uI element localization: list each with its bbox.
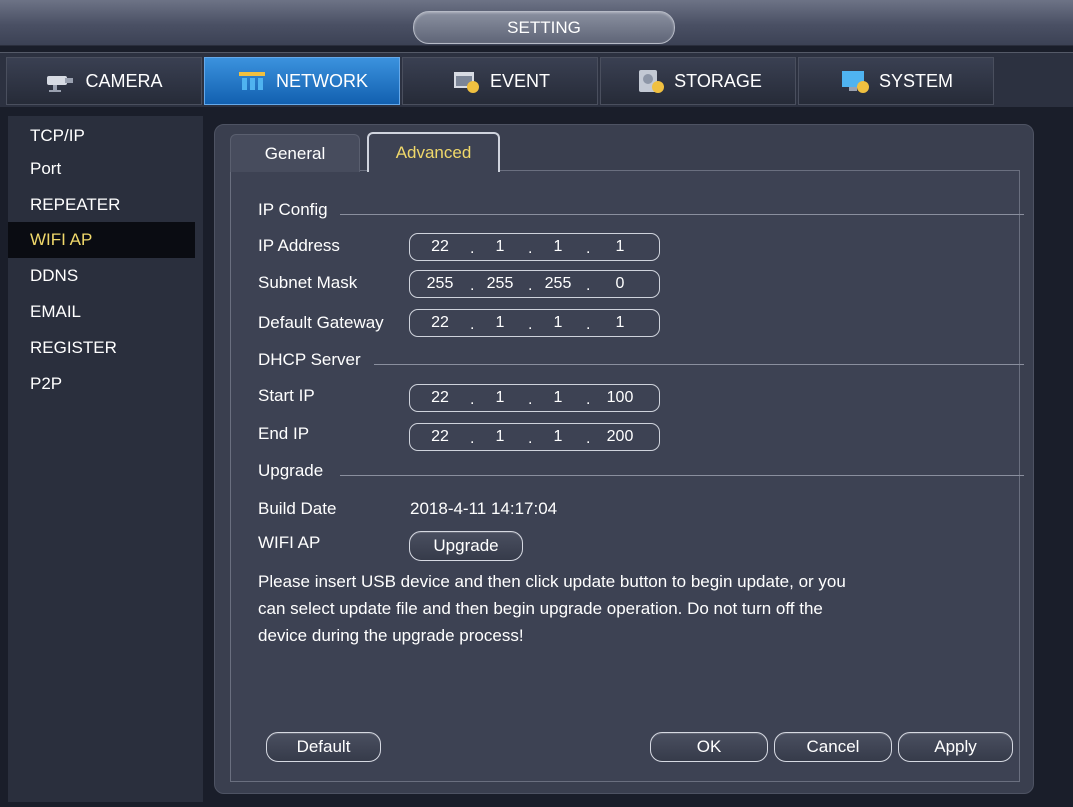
ip-octet: 255: [544, 275, 572, 292]
tab-network-label: NETWORK: [276, 70, 368, 91]
content-frame: [230, 170, 1020, 782]
top-nav: CAMERA NETWORK EVENT STORAGE SYSTEM: [0, 52, 1073, 107]
build-date-label: Build Date: [258, 499, 337, 518]
ip-dot: .: [586, 430, 591, 447]
sidebar-item-tcpip[interactable]: TCP/IP: [8, 118, 195, 154]
sidebar-item-repeater[interactable]: REPEATER: [8, 187, 195, 223]
ip-octet: 1: [553, 428, 563, 445]
ip-dot: .: [586, 316, 591, 333]
notice-line: can select update file and then begin up…: [258, 599, 823, 618]
sidebar-item-email[interactable]: EMAIL: [8, 294, 195, 330]
sidebar-item-ddns[interactable]: DDNS: [8, 258, 195, 294]
system-icon: [841, 71, 869, 93]
apply-button[interactable]: Apply: [898, 732, 1013, 762]
tab-event[interactable]: EVENT: [402, 57, 598, 105]
end-ip-input[interactable]: 22 . 1 . 1 . 200: [409, 423, 660, 451]
ip-dot: .: [470, 277, 475, 294]
notice-line: device during the upgrade process!: [258, 626, 524, 645]
ip-dot: .: [528, 240, 533, 257]
upgrade-button[interactable]: Upgrade: [409, 531, 523, 561]
ip-octet: 100: [606, 389, 634, 406]
default-gateway-label: Default Gateway: [258, 313, 384, 332]
ok-button[interactable]: OK: [650, 732, 768, 762]
section-divider: [374, 364, 1024, 365]
tab-network[interactable]: NETWORK: [204, 57, 400, 105]
title-bar: SETTING: [0, 0, 1073, 46]
tab-general[interactable]: General: [230, 134, 360, 172]
event-icon: [453, 72, 479, 93]
ip-octet: 0: [615, 275, 625, 292]
section-divider: [340, 214, 1024, 215]
tab-system-label: SYSTEM: [878, 70, 953, 91]
ip-octet: 200: [606, 428, 634, 445]
wifi-ap-label: WIFI AP: [258, 533, 321, 552]
section-divider: [340, 475, 1024, 476]
sidebar-item-wifi-ap[interactable]: WIFI AP: [8, 222, 195, 258]
section-dhcp-server: DHCP Server: [258, 350, 361, 369]
ip-octet: 1: [615, 238, 625, 255]
sidebar-item-register[interactable]: REGISTER: [8, 330, 195, 366]
ip-octet: 1: [495, 238, 505, 255]
tab-camera-label: CAMERA: [85, 70, 163, 91]
ip-octet: 255: [486, 275, 514, 292]
ip-dot: .: [586, 391, 591, 408]
ip-dot: .: [470, 240, 475, 257]
ip-dot: .: [470, 391, 475, 408]
ip-dot: .: [586, 240, 591, 257]
tab-camera[interactable]: CAMERA: [6, 57, 202, 105]
tab-storage[interactable]: STORAGE: [600, 57, 796, 105]
cancel-button[interactable]: Cancel: [774, 732, 892, 762]
default-button[interactable]: Default: [266, 732, 381, 762]
ip-octet: 1: [495, 428, 505, 445]
subnet-mask-label: Subnet Mask: [258, 273, 358, 292]
ip-octet: 1: [495, 314, 505, 331]
ip-octet: 1: [553, 389, 563, 406]
camera-icon: [47, 76, 74, 92]
window-title: SETTING: [413, 11, 675, 44]
build-date-value: 2018-4-11 14:17:04: [410, 499, 558, 518]
ip-octet: 22: [431, 428, 449, 445]
ip-octet: 1: [553, 238, 563, 255]
sidebar-item-p2p[interactable]: P2P: [8, 366, 195, 402]
ip-octet: 1: [553, 314, 563, 331]
ip-octet: 22: [431, 314, 449, 331]
ip-dot: .: [586, 277, 591, 294]
ip-dot: .: [470, 430, 475, 447]
ip-octet: 255: [426, 275, 454, 292]
default-gateway-input[interactable]: 22 . 1 . 1 . 1: [409, 309, 660, 337]
ip-dot: .: [470, 316, 475, 333]
storage-icon: [639, 70, 665, 93]
ip-address-label: IP Address: [258, 236, 340, 255]
network-icon: [239, 72, 265, 90]
ip-octet: 22: [431, 238, 449, 255]
ip-octet: 1: [495, 389, 505, 406]
end-ip-label: End IP: [258, 424, 310, 443]
tab-advanced[interactable]: Advanced: [367, 132, 500, 172]
ip-octet: 22: [431, 389, 449, 406]
start-ip-input[interactable]: 22 . 1 . 1 . 100: [409, 384, 660, 412]
notice-line: Please insert USB device and then click …: [258, 572, 846, 591]
ip-dot: .: [528, 277, 533, 294]
section-upgrade: Upgrade: [258, 461, 324, 480]
upgrade-notice: Please insert USB device and then click …: [258, 568, 978, 649]
sidebar-item-port[interactable]: Port: [8, 151, 195, 187]
section-ip-config: IP Config: [258, 200, 328, 219]
ip-dot: .: [528, 316, 533, 333]
tab-event-label: EVENT: [489, 70, 550, 91]
tab-storage-label: STORAGE: [674, 70, 762, 91]
subnet-mask-input[interactable]: 255 . 255 . 255 . 0: [409, 270, 660, 298]
ip-octet: 1: [615, 314, 625, 331]
ip-dot: .: [528, 391, 533, 408]
start-ip-label: Start IP: [258, 386, 315, 405]
ip-dot: .: [528, 430, 533, 447]
tab-system[interactable]: SYSTEM: [798, 57, 994, 105]
ip-address-input[interactable]: 22 . 1 . 1 . 1: [409, 233, 660, 261]
